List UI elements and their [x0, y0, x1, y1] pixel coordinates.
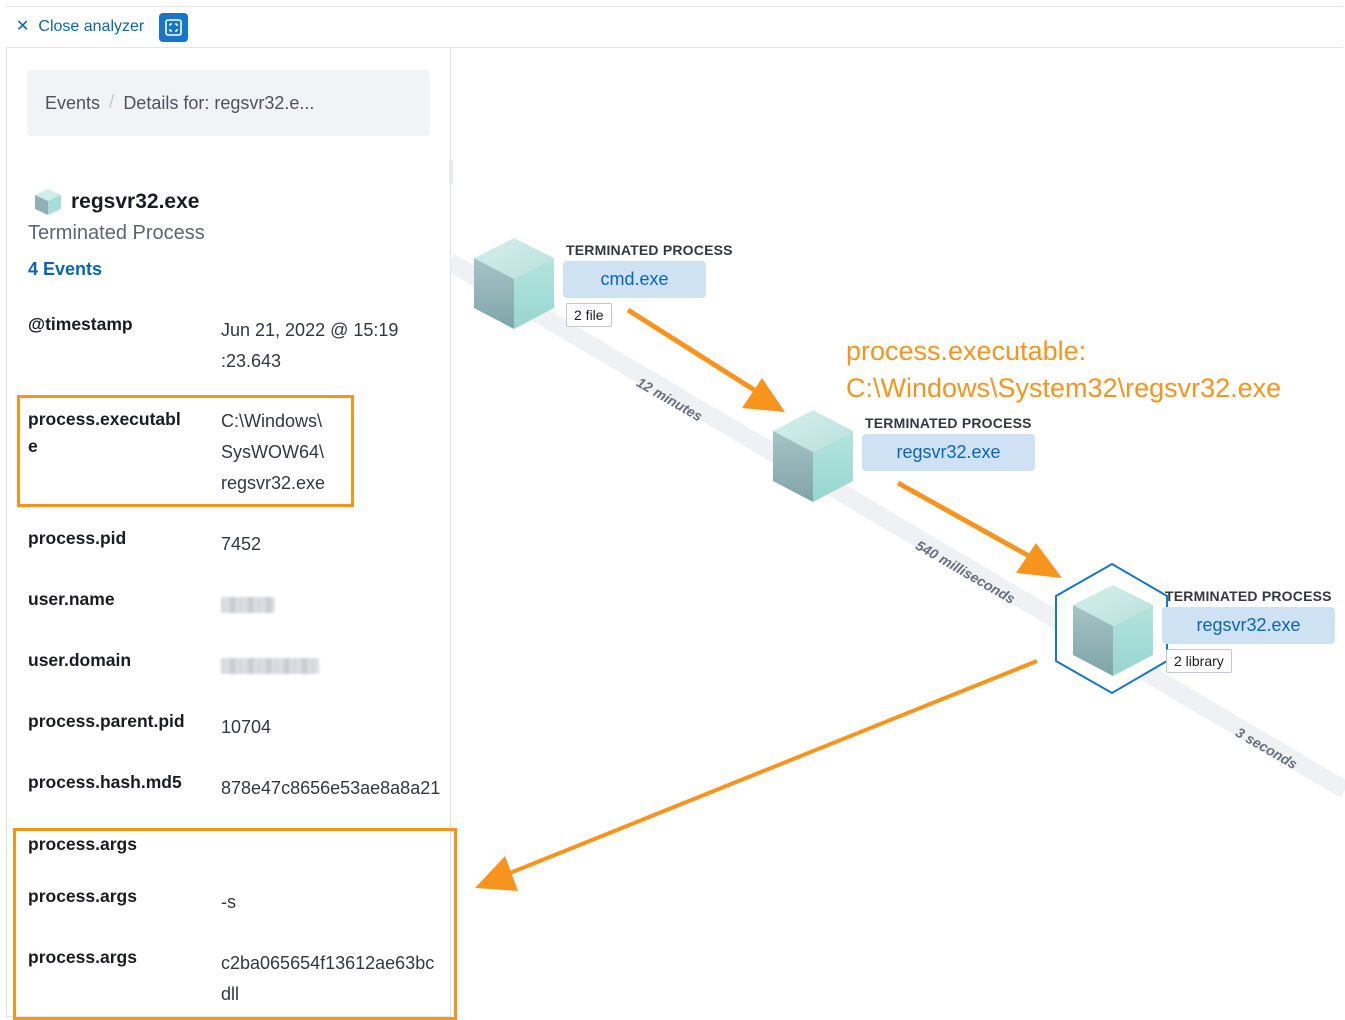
field-value-args-3: c2ba065654f13612ae63bc dll — [221, 948, 451, 1010]
close-analyzer-button[interactable]: ✕ Close analyzer — [16, 16, 144, 38]
user-domain-redacted — [221, 658, 319, 674]
field-label-user-name: user.name — [28, 589, 115, 609]
edge-label-3-seconds: 3 seconds — [1233, 724, 1301, 773]
node-title: regsvr32.exe — [34, 188, 199, 216]
node-1-type: TERMINATED PROCESS — [566, 242, 733, 258]
field-value-timestamp: Jun 21, 2022 @ 15:19 :23.643 — [221, 315, 398, 377]
process-cube-icon — [35, 189, 61, 215]
breadcrumb: Events / Details for: regsvr32.e... — [27, 70, 430, 136]
close-icon: ✕ — [16, 18, 30, 35]
process-node-cube-1 — [474, 238, 554, 329]
close-analyzer-label: Close analyzer — [38, 18, 145, 35]
edge-label-12-minutes: 12 minutes — [634, 374, 706, 425]
timestamp-line-1: Jun 21, 2022 @ 15:19 — [221, 320, 399, 340]
node-state: Terminated Process — [28, 222, 205, 244]
field-label-hash-md5: process.hash.md5 — [28, 772, 182, 792]
args-3-line-2: dll — [221, 984, 240, 1004]
field-label-timestamp: @timestamp — [28, 314, 133, 334]
user-name-redacted — [221, 597, 275, 613]
node-details-panel: Events / Details for: regsvr32.e... regs… — [6, 48, 457, 1020]
field-value-pid: 7452 — [221, 534, 262, 554]
node-1-file-badge[interactable]: 2 file — [566, 303, 612, 327]
executable-line-3: regsvr32.exe — [221, 473, 326, 493]
node-3-type: TERMINATED PROCESS — [1165, 588, 1332, 604]
executable-line-1: C:\Windows\ — [221, 411, 323, 431]
edge-label-540-milliseconds: 540 milliseconds — [913, 537, 1019, 607]
timestamp-line-2: :23.643 — [221, 351, 282, 371]
fullscreen-button[interactable] — [159, 13, 188, 42]
field-label-args-1: process.args — [28, 834, 137, 854]
args-3-line-1: c2ba065654f13612ae63bc — [221, 953, 435, 973]
field-label-pid: process.pid — [28, 528, 127, 548]
analyzer-toolbar: ✕ Close analyzer — [6, 6, 1343, 48]
breadcrumb-current: Details for: regsvr32.e... — [123, 92, 315, 113]
field-label-user-domain: user.domain — [28, 650, 132, 670]
executable-label-line-1: process.executabl — [28, 409, 181, 429]
executable-label-line-2: e — [28, 436, 38, 456]
process-node-cube-3-selected — [1055, 562, 1168, 695]
node-3-library-badge[interactable]: 2 library — [1166, 649, 1232, 673]
field-value-executable: C:\Windows\ SysWOW64\ regsvr32.exe — [221, 406, 325, 499]
node-2-type: TERMINATED PROCESS — [865, 415, 1032, 431]
executable-annotation: process.executable: C:\Windows\System32\… — [846, 333, 1281, 407]
field-label-executable: process.executabl e — [28, 406, 181, 460]
breadcrumb-separator: / — [109, 92, 115, 113]
annotation-line-1: process.executable: — [846, 336, 1087, 366]
field-label-parent-pid: process.parent.pid — [28, 711, 185, 731]
field-label-args-2: process.args — [28, 886, 137, 906]
executable-line-2: SysWOW64\ — [221, 442, 325, 462]
events-count-link[interactable]: 4 Events — [28, 259, 102, 280]
annotation-line-2: C:\Windows\System32\regsvr32.exe — [846, 373, 1282, 403]
field-label-args-3: process.args — [28, 947, 137, 967]
panel-scrollbar[interactable] — [449, 160, 453, 184]
field-value-args-2: -s — [221, 892, 236, 912]
fullscreen-icon — [165, 19, 182, 36]
node-3-name-button[interactable]: regsvr32.exe — [1162, 607, 1335, 644]
field-value-hash-md5: 878e47c8656e53ae8a8a21 — [221, 778, 441, 798]
breadcrumb-events-link[interactable]: Events — [45, 93, 100, 114]
node-2-name-button[interactable]: regsvr32.exe — [862, 434, 1035, 471]
node-1-name-button[interactable]: cmd.exe — [563, 261, 706, 298]
node-title-text: regsvr32.exe — [71, 190, 200, 213]
process-node-cube-2 — [773, 410, 853, 502]
field-value-parent-pid: 10704 — [221, 717, 272, 737]
